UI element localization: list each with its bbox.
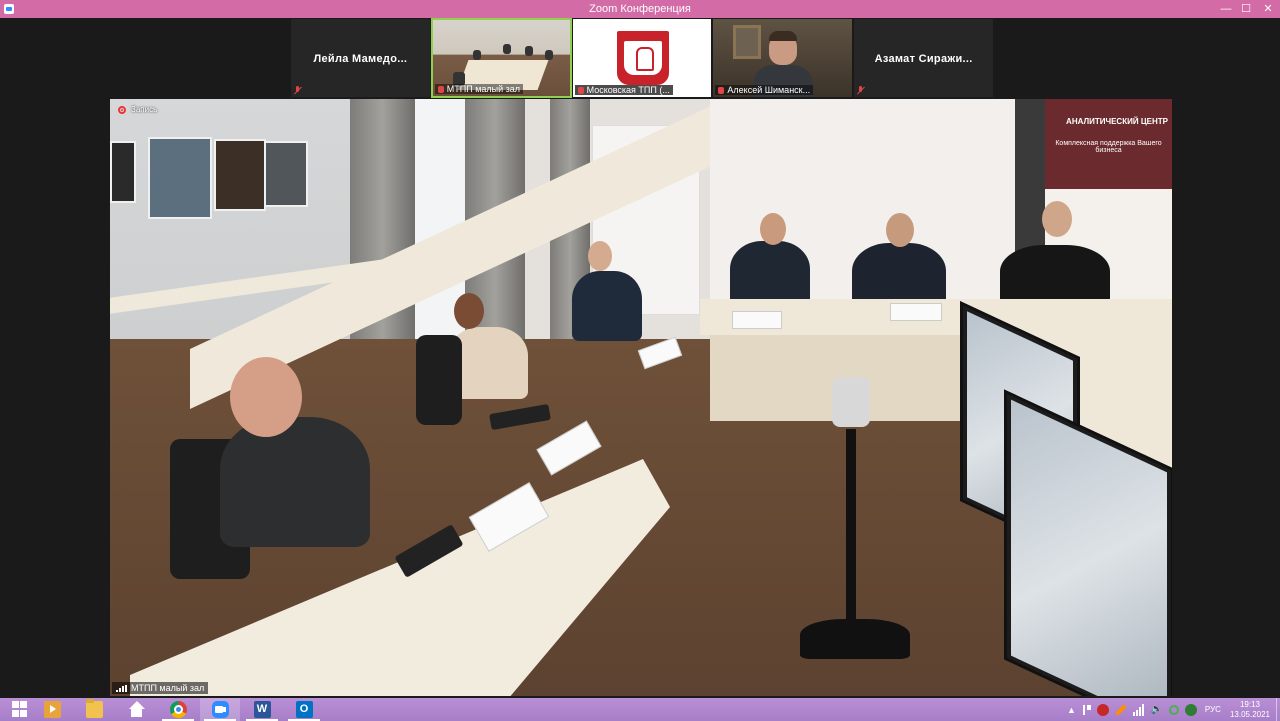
signal-bars-icon bbox=[116, 684, 127, 692]
chrome-icon bbox=[169, 701, 187, 718]
participant-caption: Алексей Шиманск... bbox=[715, 85, 814, 95]
participant-name: Лейла Мамедо... bbox=[313, 53, 408, 65]
banner-subtitle: Комплексная поддержка Вашего бизнеса bbox=[1055, 140, 1162, 154]
antivirus-icon[interactable] bbox=[1096, 703, 1109, 716]
folder-icon bbox=[85, 699, 103, 718]
volume-icon[interactable]: 🔈 bbox=[1151, 704, 1163, 716]
media-player-icon bbox=[43, 701, 61, 718]
system-tray: ▲ 🔈 РУС 19:13 13.05.2021 bbox=[1063, 698, 1280, 721]
mic-muted-icon bbox=[577, 87, 584, 95]
clock-time: 19:13 bbox=[1239, 699, 1260, 709]
home-icon bbox=[128, 701, 145, 718]
language-indicator[interactable]: РУС bbox=[1205, 705, 1221, 714]
banner-title: АНАЛИТИЧЕСКИЙ ЦЕНТР bbox=[1066, 117, 1168, 126]
window-title-bar: Zoom Конференция — ☐ ✕ bbox=[0, 0, 1280, 18]
participant-tile[interactable]: Азамат Сиражи... bbox=[853, 18, 994, 98]
show-desktop-button[interactable] bbox=[1276, 698, 1280, 721]
outlook-icon: O bbox=[295, 701, 313, 718]
taskbar-chrome[interactable] bbox=[158, 698, 198, 721]
windows-logo-icon bbox=[11, 701, 29, 718]
tool-icon[interactable] bbox=[1115, 703, 1127, 716]
taskbar-media-player[interactable] bbox=[32, 698, 72, 721]
mic-muted-icon bbox=[437, 86, 444, 94]
taskbar-outlook[interactable]: O bbox=[284, 698, 324, 721]
window-title: Zoom Конференция bbox=[589, 3, 691, 15]
participant-caption-text: МТПП малый зал bbox=[446, 84, 521, 94]
participant-caption: МТПП малый зал bbox=[434, 84, 524, 94]
participant-name: Азамат Сиражи... bbox=[874, 53, 973, 65]
word-icon: W bbox=[253, 701, 271, 718]
mic-muted-icon bbox=[718, 87, 725, 95]
network-icon[interactable] bbox=[1132, 703, 1145, 716]
zoom-icon bbox=[211, 701, 229, 718]
participant-tile-active[interactable]: МТПП малый зал bbox=[430, 18, 572, 98]
close-button[interactable]: ✕ bbox=[1260, 1, 1276, 17]
participant-caption-text: Алексей Шиманск... bbox=[727, 85, 811, 95]
flag-icon[interactable] bbox=[1082, 704, 1091, 715]
main-video-caption: МТПП малый зал bbox=[112, 682, 209, 694]
taskbar-zoom[interactable] bbox=[200, 698, 240, 721]
shield-check-icon[interactable] bbox=[1184, 703, 1197, 716]
participant-tile[interactable]: Алексей Шиманск... bbox=[712, 18, 854, 98]
mic-muted-icon bbox=[293, 86, 302, 95]
participant-strip: Лейла Мамедо... МТПП малый зал Московска… bbox=[290, 18, 994, 98]
maximize-button[interactable]: ☐ bbox=[1238, 1, 1254, 17]
taskbar-home[interactable] bbox=[116, 698, 156, 721]
clock-date: 13.05.2021 bbox=[1229, 709, 1270, 719]
mic-muted-icon bbox=[856, 86, 865, 95]
windows-taskbar: W O ▲ 🔈 РУС 19:13 13.05.2021 bbox=[0, 698, 1280, 721]
show-hidden-icons-chevron-icon[interactable]: ▲ bbox=[1067, 705, 1076, 715]
record-icon bbox=[118, 105, 126, 114]
minimize-button[interactable]: — bbox=[1218, 1, 1234, 17]
participant-caption-text: Московская ТПП (... bbox=[586, 85, 670, 95]
recording-label: Запись bbox=[131, 105, 158, 114]
taskbar-word[interactable]: W bbox=[242, 698, 282, 721]
clock[interactable]: 19:13 13.05.2021 bbox=[1230, 700, 1270, 720]
main-speaker-video[interactable]: АНАЛИТИЧЕСКИЙ ЦЕНТР Комплексная поддержк… bbox=[110, 99, 1172, 696]
taskbar-file-explorer[interactable] bbox=[74, 698, 114, 721]
zoom-meeting-area: Лейла Мамедо... МТПП малый зал Московска… bbox=[0, 18, 1280, 698]
sync-icon[interactable] bbox=[1168, 704, 1179, 715]
participant-tile[interactable]: Лейла Мамедо... bbox=[290, 18, 431, 98]
recording-indicator: Запись bbox=[118, 105, 157, 114]
main-video-caption-text: МТПП малый зал bbox=[131, 683, 205, 693]
participant-tile[interactable]: Московская ТПП (... bbox=[571, 18, 713, 98]
participant-caption: Московская ТПП (... bbox=[574, 85, 673, 95]
mtpp-logo bbox=[616, 31, 669, 85]
analytics-center-banner: АНАЛИТИЧЕСКИЙ ЦЕНТР Комплексная поддержк… bbox=[1045, 99, 1172, 189]
